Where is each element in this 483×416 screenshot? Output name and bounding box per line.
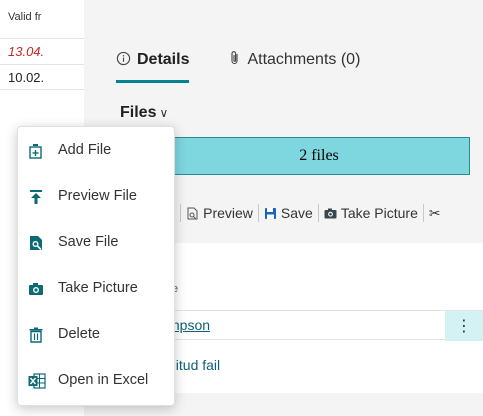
menu-item-label: Take Picture <box>58 280 138 296</box>
camera-icon <box>324 207 337 220</box>
list-row[interactable]: 13.04. <box>0 38 84 64</box>
list-row[interactable]: 10.02. <box>0 64 84 90</box>
menu-item-label: Delete <box>58 326 100 342</box>
paperclip-icon <box>229 50 241 70</box>
table-row[interactable]: mpson ⋮ <box>168 310 483 341</box>
file-name-link[interactable]: ditud fail <box>168 357 220 373</box>
tab-attachments[interactable]: Attachments (0) <box>229 45 360 75</box>
info-icon <box>116 51 131 70</box>
files-count-label: 2 files <box>299 147 339 164</box>
menu-item-label: Save File <box>58 234 119 250</box>
valid-from-column-header[interactable]: Valid fr <box>8 11 78 23</box>
files-grid: e mpson ⋮ ditud fail <box>168 243 483 393</box>
save-icon <box>264 207 277 220</box>
preview-button[interactable]: Preview <box>186 205 253 221</box>
menu-item-save-file[interactable]: Save File <box>18 223 174 263</box>
files-section-toggle[interactable]: Files ∨ <box>120 104 168 122</box>
files-drop-bar[interactable]: 2 files <box>168 137 470 175</box>
take-picture-label: Take Picture <box>340 205 418 221</box>
save-label: Save <box>280 205 313 221</box>
scissors-icon: ✂ <box>428 204 441 221</box>
files-heading: Files <box>120 104 157 121</box>
menu-item-open-in-excel[interactable]: Open in Excel <box>18 361 174 401</box>
files-toolbar: l Preview Save Take Picture ✂ <box>172 201 441 225</box>
menu-item-label: Open in Excel <box>58 372 149 388</box>
chevron-down-icon: ∨ <box>159 106 169 120</box>
factbox-tabs: Details Attachments (0) <box>116 45 360 85</box>
add-file-icon <box>28 143 44 159</box>
menu-item-delete[interactable]: Delete <box>18 315 174 355</box>
valid-from-cell: 13.04. <box>8 44 45 59</box>
files-context-menu: Add File Preview File Save File Take Pic… <box>17 126 175 406</box>
menu-item-add-file[interactable]: Add File <box>18 131 174 171</box>
menu-item-take-picture[interactable]: Take Picture <box>18 269 174 309</box>
preview-icon <box>186 207 199 220</box>
tab-details-label: Details <box>137 51 190 68</box>
menu-item-label: Preview File <box>58 188 137 204</box>
menu-item-label: Add File <box>58 142 112 158</box>
save-file-icon <box>28 235 44 251</box>
toolbar-separator <box>257 204 259 222</box>
toolbar-separator <box>422 204 424 222</box>
excel-icon <box>28 373 46 389</box>
table-row[interactable]: ditud fail <box>168 351 483 381</box>
row-actions-menu-icon[interactable]: ⋮ <box>445 311 483 341</box>
save-button[interactable]: Save <box>264 205 313 221</box>
tab-attachments-label: Attachments (0) <box>247 51 361 68</box>
toolbar-separator <box>180 204 182 222</box>
menu-item-preview-file[interactable]: Preview File <box>18 177 174 217</box>
take-picture-button[interactable]: Take Picture <box>324 205 418 221</box>
toolbar-separator <box>317 204 319 222</box>
tab-details[interactable]: Details <box>116 45 190 83</box>
preview-label: Preview <box>203 205 253 221</box>
trash-icon <box>28 327 44 343</box>
valid-from-cell: 10.02. <box>8 70 45 85</box>
camera-icon <box>28 281 44 297</box>
cut-button[interactable]: ✂ <box>429 205 441 222</box>
upload-arrow-icon <box>28 189 44 205</box>
